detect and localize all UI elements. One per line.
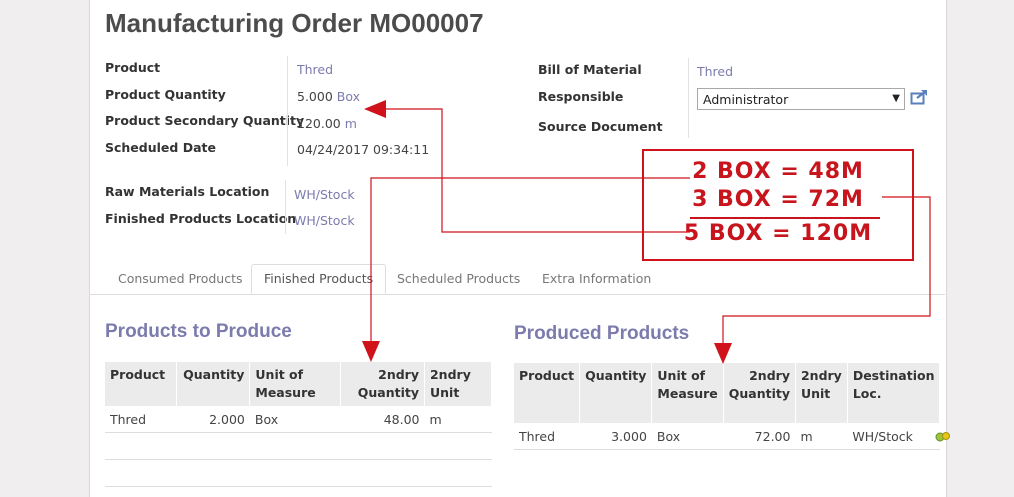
products-to-produce-title: Products to Produce xyxy=(105,321,292,342)
source-doc-label: Source Document xyxy=(538,119,663,134)
tab-scheduled-products[interactable]: Scheduled Products xyxy=(385,264,532,294)
finished-loc-label: Finished Products Location xyxy=(105,211,297,226)
cell-sec-unit: m xyxy=(424,406,492,433)
column-header[interactable]: Quantity xyxy=(176,362,251,406)
cell-dest-loc-value: WH/Stock xyxy=(852,428,913,444)
column-header[interactable]: 2ndry Unit xyxy=(424,362,493,406)
product-value-link[interactable]: Thred xyxy=(297,62,333,77)
cell-sec-qty: 48.00 xyxy=(340,406,425,433)
product-label: Product xyxy=(105,60,161,75)
secondary-qty-field: 120.00 m xyxy=(297,116,357,131)
annotation-line-2: 3 BOX = 72M xyxy=(692,187,864,212)
table-row-empty xyxy=(105,459,492,487)
annotation-box: 2 BOX = 48M 3 BOX = 72M 5 BOX = 120M xyxy=(642,149,914,261)
responsible-select-value: Administrator xyxy=(703,92,789,107)
external-link-icon[interactable] xyxy=(910,88,930,106)
tab-extra-information[interactable]: Extra Information xyxy=(530,264,663,294)
tab-finished-products[interactable]: Finished Products xyxy=(251,264,387,294)
column-header[interactable]: Quantity xyxy=(579,363,653,423)
secondary-qty-value: 120.00 xyxy=(297,116,341,131)
product-qty-uom-link[interactable]: Box xyxy=(337,89,360,104)
cell-uom: Box xyxy=(249,406,341,433)
produced-products-table: Product Quantity Unit of Measure 2ndry Q… xyxy=(514,363,950,450)
table-row[interactable]: Thred 2.000 Box 48.00 m xyxy=(105,406,492,433)
product-qty-label: Product Quantity xyxy=(105,87,226,102)
cell-sec-qty: 72.00 xyxy=(723,423,796,450)
page-title: Manufacturing Order MO00007 xyxy=(105,8,484,38)
column-header[interactable]: Unit of Measure xyxy=(249,362,341,406)
responsible-select[interactable]: Administrator ▼ xyxy=(697,88,905,110)
annotation-line-3: 5 BOX = 120M xyxy=(683,221,873,246)
product-qty-value: 5.000 xyxy=(297,89,333,104)
table-row[interactable]: Thred 3.000 Box 72.00 m WH/Stock xyxy=(514,423,950,450)
tab-consumed-products[interactable]: Consumed Products xyxy=(106,264,254,294)
cell-quantity: 3.000 xyxy=(579,423,652,450)
column-header[interactable]: Destination Loc. xyxy=(847,363,941,423)
cell-quantity: 2.000 xyxy=(176,406,250,433)
products-to-produce-table: Product Quantity Unit of Measure 2ndry Q… xyxy=(105,362,493,487)
annotation-rule xyxy=(690,217,880,219)
column-header[interactable]: Unit of Measure xyxy=(651,363,724,423)
field-separator xyxy=(285,180,286,234)
cell-sec-unit: m xyxy=(795,423,848,450)
secondary-qty-label: Product Secondary Quantity xyxy=(105,113,305,128)
cell-product: Thred xyxy=(514,423,580,450)
bom-link[interactable]: Thred xyxy=(697,64,733,79)
tabs-divider xyxy=(89,294,945,295)
scheduled-date-label: Scheduled Date xyxy=(105,140,216,155)
cell-uom: Box xyxy=(651,423,724,450)
bom-label: Bill of Material xyxy=(538,62,642,77)
finished-loc-link[interactable]: WH/Stock xyxy=(294,213,355,228)
produced-products-title: Produced Products xyxy=(514,323,690,344)
chevron-down-icon: ▼ xyxy=(892,93,900,104)
field-separator xyxy=(287,56,288,166)
column-header[interactable]: 2ndry Quantity xyxy=(723,363,796,423)
product-qty-field: 5.000 Box xyxy=(297,89,360,104)
annotation-line-1: 2 BOX = 48M xyxy=(692,159,864,184)
raw-loc-link[interactable]: WH/Stock xyxy=(294,187,355,202)
field-separator xyxy=(688,58,689,138)
column-header[interactable]: Product xyxy=(105,362,178,406)
cell-dest-loc: WH/Stock xyxy=(847,423,950,450)
column-header[interactable]: 2ndry Quantity xyxy=(340,362,425,406)
column-header[interactable]: Product xyxy=(514,363,581,423)
raw-loc-label: Raw Materials Location xyxy=(105,184,270,199)
cell-product: Thred xyxy=(105,406,177,433)
secondary-qty-uom-link[interactable]: m xyxy=(345,116,357,131)
gear-icon[interactable] xyxy=(935,431,951,443)
table-row-empty xyxy=(105,432,492,460)
column-header[interactable]: 2ndry Unit xyxy=(795,363,848,423)
scheduled-date-value: 04/24/2017 09:34:11 xyxy=(297,142,430,157)
responsible-label: Responsible xyxy=(538,89,624,104)
